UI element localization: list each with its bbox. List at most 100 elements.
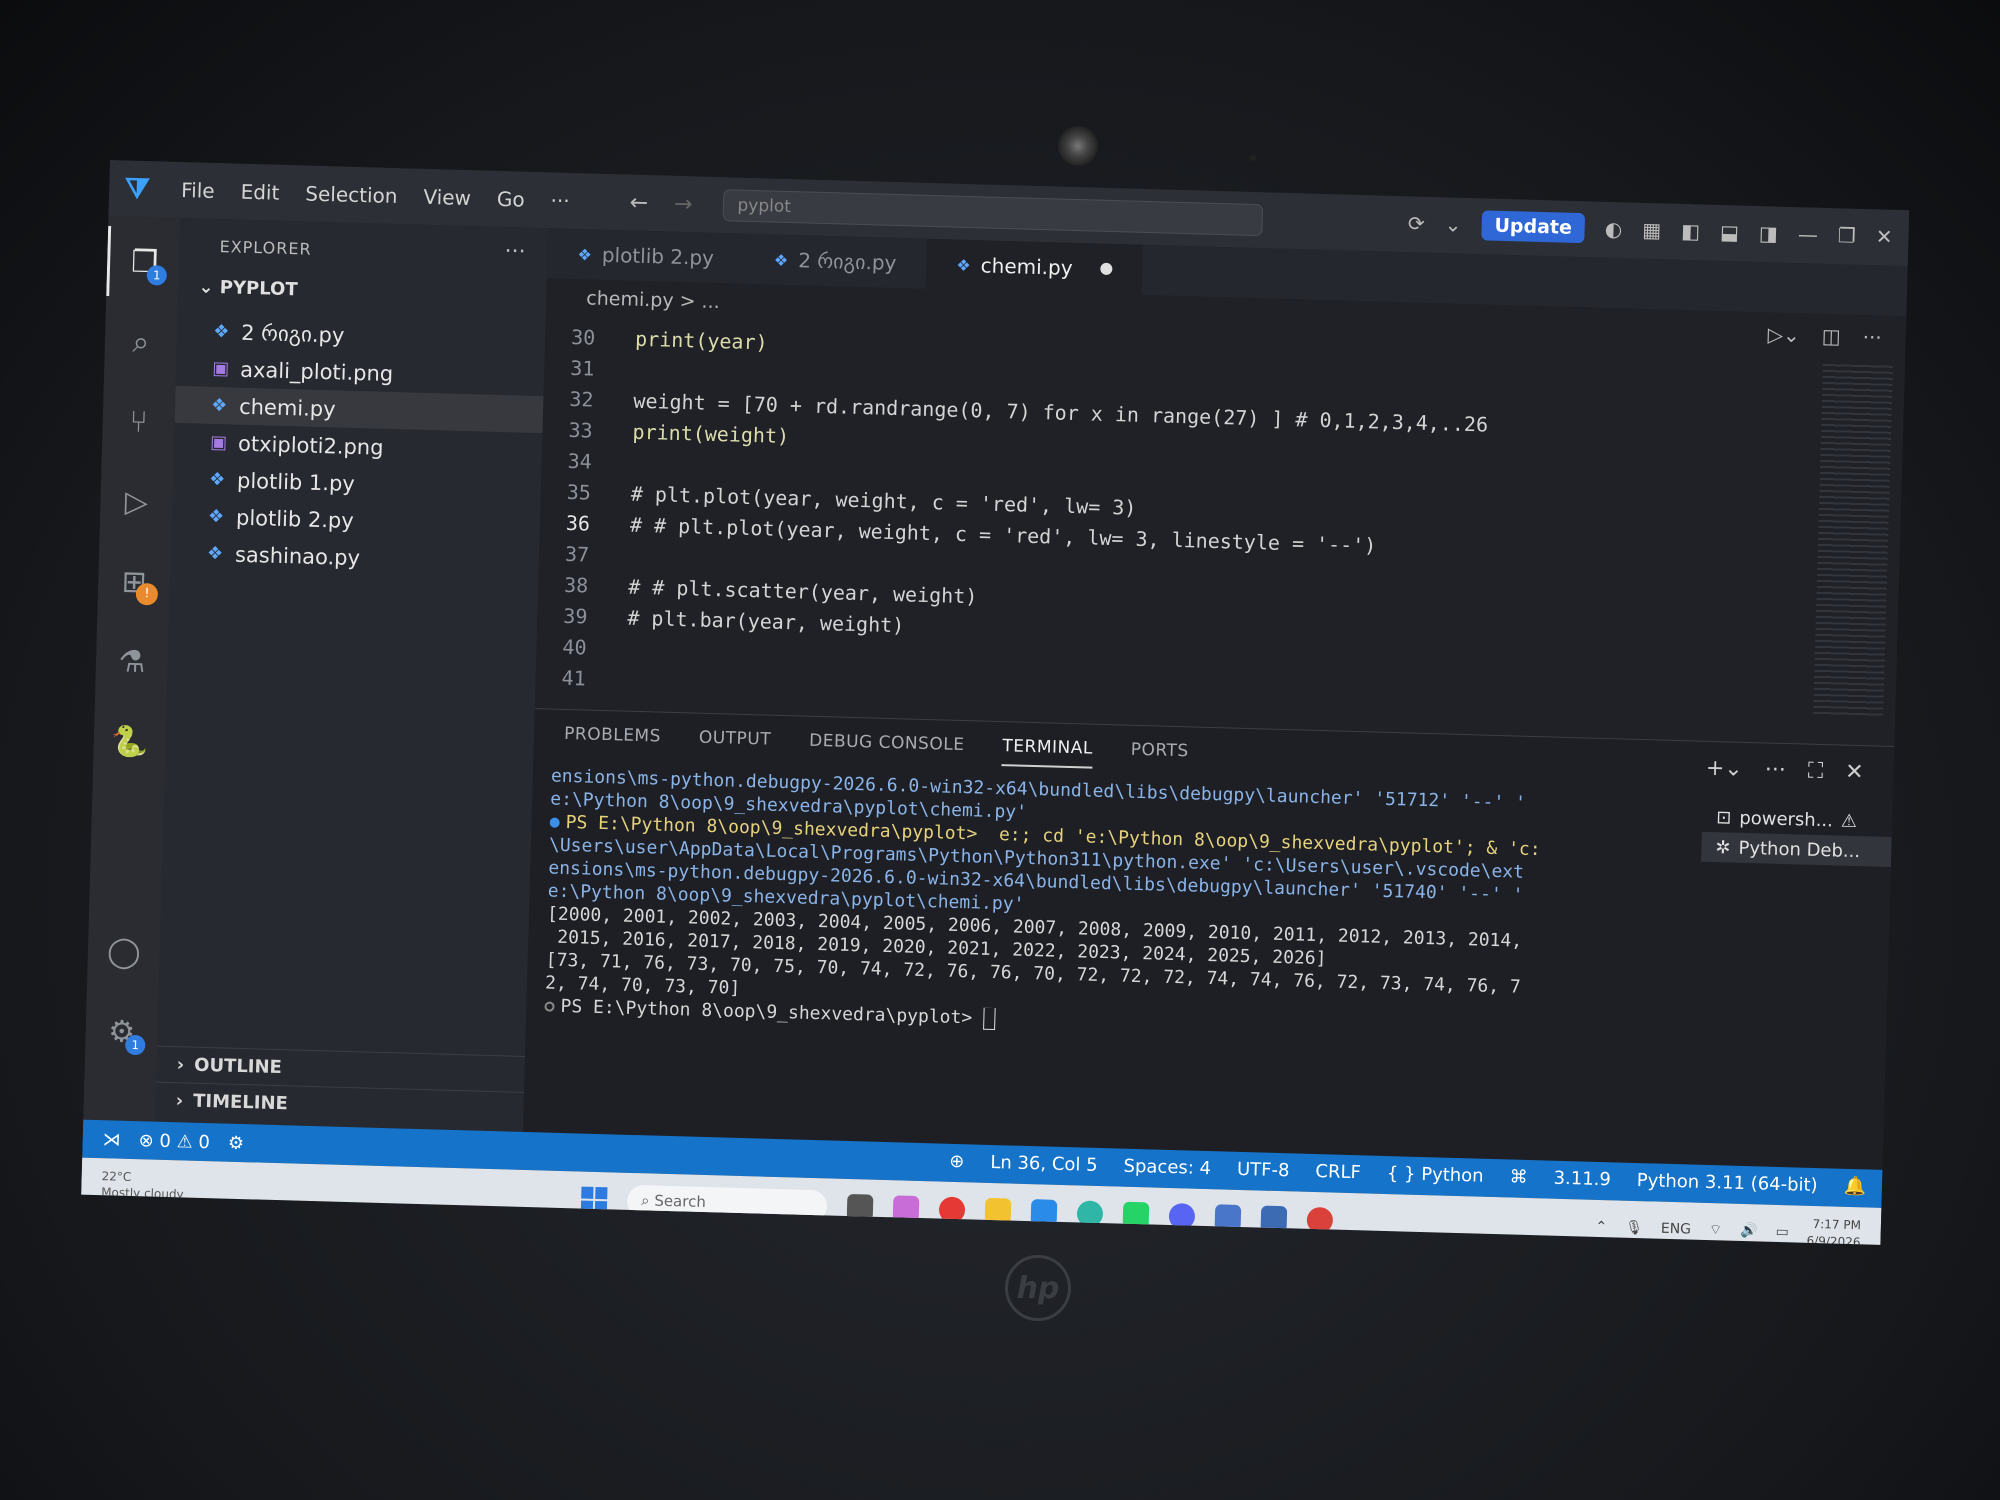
accounts-status-icon[interactable]: ◐ bbox=[1605, 217, 1623, 241]
code-text: # plt.bar(year, weight) bbox=[627, 605, 905, 637]
terminal-item-python-debug[interactable]: ✲ Python Deb... bbox=[1701, 831, 1892, 868]
problems-status[interactable]: ⊗ 0 ⚠ 0 bbox=[138, 1130, 210, 1153]
code-text: print(weight) bbox=[632, 419, 790, 448]
terminal-name: Python Deb... bbox=[1738, 837, 1861, 862]
breadcrumb[interactable]: chemi.py > ... bbox=[586, 287, 720, 313]
source-control-icon[interactable]: ⑂ bbox=[102, 386, 176, 458]
search-label: Search bbox=[654, 1191, 707, 1212]
unsaved-dot-icon[interactable] bbox=[1100, 262, 1113, 276]
command-pending-dot-icon bbox=[544, 1001, 555, 1012]
copilot-status-icon[interactable]: ⌘ bbox=[1509, 1166, 1528, 1187]
testing-icon[interactable]: ⚗ bbox=[95, 626, 169, 698]
language-indicator[interactable]: ENG bbox=[1661, 1221, 1692, 1238]
customize-layout-icon[interactable]: ▦ bbox=[1642, 218, 1662, 243]
extensions-icon[interactable]: ⊞! bbox=[97, 546, 171, 618]
forward-arrow-icon[interactable]: → bbox=[674, 191, 693, 217]
run-debug-icon[interactable]: ▷ bbox=[100, 466, 174, 538]
menu-file[interactable]: File bbox=[181, 178, 215, 203]
file-name: chemi.py bbox=[238, 394, 336, 421]
explorer-more-icon[interactable]: ··· bbox=[504, 239, 526, 265]
terminal-icon: ⊡ bbox=[1715, 806, 1732, 829]
menu-view[interactable]: View bbox=[423, 185, 471, 210]
python-interpreter[interactable]: Python 3.11 (64-bit) bbox=[1637, 1170, 1818, 1196]
webcam bbox=[1058, 126, 1098, 166]
warning-count: 0 bbox=[198, 1131, 211, 1153]
zoom-icon[interactable]: ⊕ bbox=[949, 1151, 965, 1172]
encoding[interactable]: UTF-8 bbox=[1237, 1159, 1290, 1181]
line-number: 30 bbox=[570, 324, 596, 350]
copilot-icon[interactable]: ⟳ bbox=[1408, 211, 1425, 235]
python-file-icon: ❖ bbox=[207, 505, 225, 528]
command-success-dot-icon bbox=[549, 817, 560, 828]
tab-plotlib2[interactable]: ❖ plotlib 2.py bbox=[547, 228, 745, 283]
warning-icon: ⚠ bbox=[1840, 810, 1858, 832]
toggle-secondary-sidebar-icon[interactable]: ◨ bbox=[1759, 221, 1779, 246]
terminal-output[interactable]: ensions\ms-python.debugpy-2026.6.0-win32… bbox=[544, 766, 1691, 1051]
indentation[interactable]: Spaces: 4 bbox=[1123, 1156, 1211, 1179]
chevron-down-icon[interactable]: ⌄ bbox=[1444, 212, 1461, 236]
folder-name: PYPLOT bbox=[219, 277, 298, 301]
run-icon[interactable]: ▷⌄ bbox=[1767, 322, 1800, 347]
image-file-icon: ▣ bbox=[209, 431, 228, 454]
file-name: sashinao.py bbox=[234, 542, 361, 570]
back-arrow-icon[interactable]: ← bbox=[629, 190, 648, 216]
chevron-right-icon: › bbox=[175, 1090, 184, 1112]
tab-chemi[interactable]: ❖ chemi.py bbox=[925, 238, 1144, 295]
line-number: 38 bbox=[563, 572, 589, 598]
search-icon[interactable]: ⌕ bbox=[104, 306, 178, 378]
menu-more[interactable]: ··· bbox=[550, 188, 570, 213]
line-number: 32 bbox=[569, 386, 594, 412]
chevron-up-icon[interactable]: ⌃ bbox=[1595, 1219, 1607, 1235]
microphone-icon[interactable]: 🎙 bbox=[1625, 1220, 1643, 1236]
tab-2-rigi[interactable]: ❖ 2 რიგი.py bbox=[743, 234, 927, 289]
explorer-icon[interactable]: ❐ 1 bbox=[106, 225, 181, 298]
notifications-bell-icon[interactable]: 🔔 bbox=[1843, 1176, 1866, 1198]
menu-go[interactable]: Go bbox=[497, 187, 525, 212]
tab-label: plotlib 2.py bbox=[601, 242, 715, 270]
battery-icon[interactable]: ▭ bbox=[1775, 1224, 1789, 1240]
new-terminal-icon[interactable]: +⌄ bbox=[1706, 756, 1744, 782]
settings-gear-icon[interactable]: ⚙ 1 bbox=[85, 996, 159, 1068]
menu-bar: File Edit Selection View Go ··· bbox=[165, 178, 570, 213]
editor-more-icon[interactable]: ··· bbox=[1862, 325, 1882, 350]
menu-selection[interactable]: Selection bbox=[305, 181, 398, 208]
menu-edit[interactable]: Edit bbox=[240, 180, 279, 205]
restore-icon[interactable]: ❐ bbox=[1838, 223, 1857, 247]
line-number: 35 bbox=[566, 479, 592, 505]
command-center-search[interactable]: pyplot bbox=[722, 189, 1263, 237]
remote-icon[interactable]: ⋊ bbox=[102, 1129, 121, 1150]
toggle-sidebar-icon[interactable]: ◧ bbox=[1681, 219, 1701, 244]
python-file-icon: ❖ bbox=[773, 250, 789, 270]
minimize-icon[interactable]: — bbox=[1798, 222, 1819, 247]
language-mode[interactable]: { } Python bbox=[1387, 1163, 1484, 1187]
update-button[interactable]: Update bbox=[1481, 210, 1586, 244]
clock[interactable]: 7:17 PM 6/9/2026 bbox=[1806, 1216, 1861, 1245]
wifi-icon[interactable]: ⌔ bbox=[1709, 1221, 1723, 1239]
close-window-icon[interactable]: ✕ bbox=[1875, 224, 1892, 248]
tab-problems[interactable]: PROBLEMS bbox=[564, 724, 661, 757]
debug-status-icon[interactable]: ⚙ bbox=[228, 1132, 245, 1153]
cursor-position[interactable]: Ln 36, Col 5 bbox=[990, 1152, 1098, 1176]
hp-logo: hp bbox=[1005, 1255, 1071, 1321]
folder-header[interactable]: ⌄ PYPLOT bbox=[198, 277, 298, 301]
python-version[interactable]: 3.11.9 bbox=[1553, 1168, 1611, 1191]
minimap[interactable] bbox=[1813, 363, 1893, 716]
panel-more-icon[interactable]: ··· bbox=[1764, 757, 1786, 783]
toggle-panel-icon[interactable]: ⬓ bbox=[1720, 220, 1740, 245]
tab-label: chemi.py bbox=[980, 253, 1073, 280]
close-panel-icon[interactable]: ✕ bbox=[1845, 760, 1864, 786]
accounts-icon[interactable]: ◯ bbox=[87, 916, 161, 988]
tab-ports[interactable]: PORTS bbox=[1130, 740, 1189, 772]
tab-output[interactable]: OUTPUT bbox=[698, 728, 772, 760]
python-icon[interactable]: 🐍 bbox=[93, 706, 167, 778]
file-name: 2 რიგი.py bbox=[240, 320, 345, 348]
maximize-panel-icon[interactable]: ⛶ bbox=[1807, 759, 1823, 784]
line-number: 34 bbox=[567, 448, 593, 474]
line-ending[interactable]: CRLF bbox=[1315, 1161, 1361, 1183]
tab-terminal[interactable]: TERMINAL bbox=[1001, 736, 1094, 769]
code-view[interactable]: 30 print(year) 31 32 weight = [70 + rd.ran… bbox=[535, 320, 1845, 728]
volume-icon[interactable]: 🔊 bbox=[1740, 1223, 1758, 1239]
webcam-light bbox=[1250, 155, 1256, 161]
tab-debug-console[interactable]: DEBUG CONSOLE bbox=[809, 731, 965, 765]
split-editor-icon[interactable]: ◫ bbox=[1821, 324, 1841, 349]
